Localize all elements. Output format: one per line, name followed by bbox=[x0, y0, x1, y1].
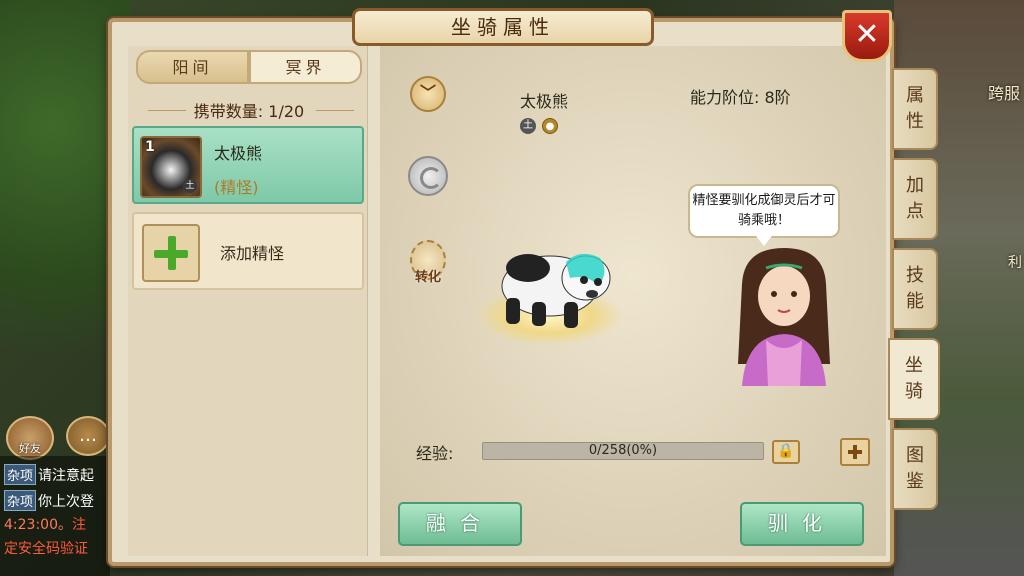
npc-guide-portrait bbox=[738, 248, 830, 386]
chat-line: 杂项 请注意起 bbox=[4, 464, 94, 485]
tab-yang-realm[interactable]: 阳间 bbox=[136, 50, 249, 84]
plus-icon bbox=[142, 224, 200, 282]
npc-speech-bubble: 精怪要驯化成御灵后才可骑乘哦！ bbox=[688, 184, 840, 246]
tame-button[interactable]: 驯化 bbox=[740, 502, 864, 546]
tab-underworld[interactable]: 冥界 bbox=[249, 50, 362, 84]
chat-panel[interactable]: 杂项 请注意起 杂项 你上次登 4:23:00。注 定安全码验证 bbox=[0, 456, 110, 576]
panda-mount-image bbox=[501, 253, 611, 328]
convert-label: 转化 bbox=[414, 270, 441, 285]
chat-text: 你上次登 bbox=[38, 494, 95, 510]
ability-rank: 能力阶位: 8阶 bbox=[690, 88, 791, 107]
chat-line: 4:23:00。注 bbox=[4, 514, 86, 534]
tab-attributes[interactable]: 属性 bbox=[892, 68, 938, 150]
add-spirit-label: 添加精怪 bbox=[220, 244, 285, 263]
background-label: 跨服 bbox=[987, 84, 1020, 103]
chat-line: 定安全码验证 bbox=[4, 541, 88, 557]
mount-list-item[interactable]: 1 土 太极熊 (精怪) bbox=[132, 126, 364, 204]
earth-element-icon: 土 bbox=[520, 118, 536, 134]
gold-emblem-icon: ● bbox=[542, 118, 558, 134]
experience-bar: 0/258(0%) bbox=[482, 442, 764, 460]
chat-bubble-icon[interactable]: … bbox=[66, 416, 110, 456]
chat-text: 请注意起 bbox=[38, 468, 95, 484]
refresh-icon[interactable] bbox=[408, 156, 448, 196]
chat-text: 注 bbox=[71, 517, 86, 533]
realm-tabs: 阳间 冥界 bbox=[136, 50, 362, 84]
add-experience-button[interactable] bbox=[840, 438, 870, 466]
earth-element-icon: 土 bbox=[183, 179, 197, 193]
tab-codex[interactable]: 图鉴 bbox=[892, 428, 938, 510]
close-button[interactable]: ✕ bbox=[842, 10, 892, 62]
chat-tag: 杂项 bbox=[4, 490, 37, 511]
carry-capacity: 携带数量: 1/20 bbox=[193, 102, 305, 121]
background-char: 利 bbox=[1008, 255, 1022, 271]
mount-list-column bbox=[128, 46, 368, 556]
experience-label: 经验: bbox=[416, 444, 454, 463]
merge-button[interactable]: 融合 bbox=[398, 502, 522, 546]
mount-type: (精怪) bbox=[214, 178, 259, 197]
mount-level: 1 bbox=[145, 139, 155, 155]
mount-name: 太极熊 bbox=[214, 144, 263, 163]
mount-avatar: 1 土 bbox=[140, 136, 202, 198]
tab-skills[interactable]: 技能 bbox=[892, 248, 938, 330]
chat-tag: 杂项 bbox=[4, 464, 37, 485]
chevron-down-icon[interactable]: ﹀ bbox=[410, 76, 446, 112]
experience-value: 0/258(0%) bbox=[588, 443, 658, 458]
creature-name: 太极熊 bbox=[519, 92, 568, 111]
window-title: 坐骑属性 bbox=[352, 8, 654, 46]
lock-icon[interactable]: 🔒 bbox=[772, 440, 800, 464]
chat-line: 杂项 你上次登 bbox=[4, 490, 94, 511]
friends-label: 好友 bbox=[19, 442, 41, 455]
tab-add-points[interactable]: 加点 bbox=[892, 158, 938, 240]
friends-button[interactable]: 好友 bbox=[6, 416, 54, 460]
add-spirit-button[interactable]: 添加精怪 bbox=[132, 212, 364, 290]
chat-time: 4:23:00。 bbox=[4, 517, 72, 533]
tab-mount[interactable]: 坐骑 bbox=[888, 338, 940, 420]
